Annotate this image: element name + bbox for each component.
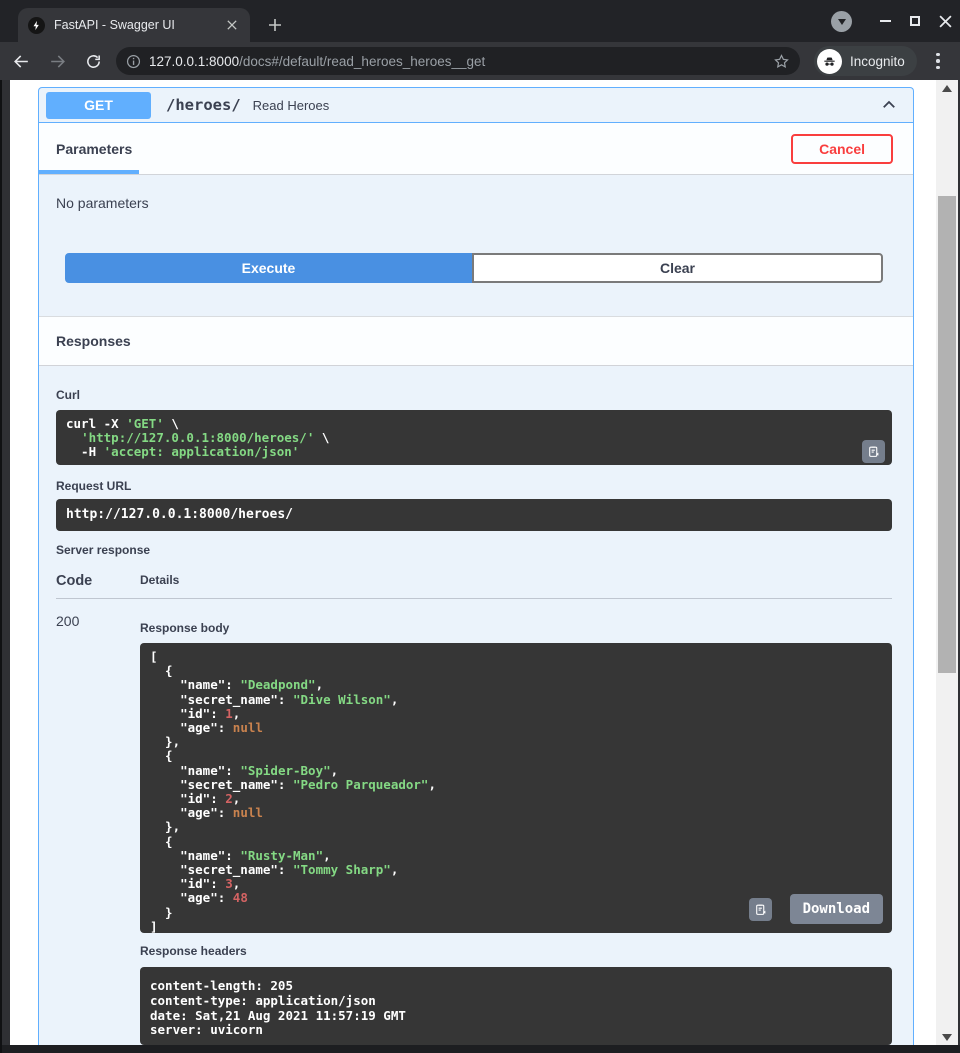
response-table-row: 200 Response body [ { "name": "Deadpond"… xyxy=(56,599,892,1045)
tab-search-button[interactable] xyxy=(831,11,852,32)
response-headers-block: content-length: 205content-type: applica… xyxy=(140,967,892,1045)
bookmark-star-icon[interactable] xyxy=(773,53,790,70)
clipboard-icon xyxy=(754,903,767,916)
maximize-button[interactable] xyxy=(900,6,930,36)
response-headers-code: content-length: 205content-type: applica… xyxy=(150,979,882,1038)
server-response-label: Server response xyxy=(56,543,892,557)
tab-close-icon[interactable] xyxy=(224,17,240,33)
swagger-page: GET /heroes/ Read Heroes Parameters Canc… xyxy=(10,80,938,1045)
responses-title: Responses xyxy=(56,333,896,349)
maximize-icon xyxy=(910,16,920,26)
collapse-chevron-icon[interactable] xyxy=(877,93,901,117)
close-button[interactable] xyxy=(930,6,960,36)
caret-down-icon xyxy=(838,19,846,25)
browser-menu-button[interactable] xyxy=(925,53,951,70)
address-bar[interactable]: 127.0.0.1:8000/docs#/default/read_heroes… xyxy=(116,47,800,75)
incognito-badge: Incognito xyxy=(814,46,917,76)
response-table-header: Code Details xyxy=(56,573,892,599)
curl-code: curl -X 'GET' \ 'http://127.0.0.1:8000/h… xyxy=(66,417,882,460)
url-text: 127.0.0.1:8000/docs#/default/read_heroes… xyxy=(149,54,773,69)
status-code: 200 xyxy=(56,599,140,1045)
copy-response-button[interactable] xyxy=(749,898,772,921)
back-button[interactable] xyxy=(6,46,36,76)
opblock-summary[interactable]: GET /heroes/ Read Heroes xyxy=(39,88,913,123)
method-badge: GET xyxy=(46,92,151,119)
browser-toolbar: 127.0.0.1:8000/docs#/default/read_heroes… xyxy=(0,42,960,80)
url-path: /docs#/default/read_heroes_heroes__get xyxy=(239,54,485,69)
browser-tab[interactable]: FastAPI - Swagger UI xyxy=(18,8,250,42)
incognito-icon xyxy=(817,49,842,74)
download-button[interactable]: Download xyxy=(790,894,883,924)
new-tab-button[interactable] xyxy=(264,14,286,36)
minimize-icon xyxy=(880,20,891,22)
clear-button[interactable]: Clear xyxy=(472,253,883,283)
endpoint-summary: Read Heroes xyxy=(253,98,877,113)
tab-title: FastAPI - Swagger UI xyxy=(54,18,224,32)
request-url-block: http://127.0.0.1:8000/heroes/ xyxy=(56,499,892,531)
parameters-body: No parameters Execute Clear xyxy=(39,175,913,316)
window-controls xyxy=(831,0,960,42)
response-body-block: [ { "name": "Deadpond", "secret_name": "… xyxy=(140,643,892,933)
forward-arrow-icon xyxy=(48,52,67,71)
tab-bar: FastAPI - Swagger UI xyxy=(0,0,960,42)
response-headers-label: Response headers xyxy=(140,944,892,958)
close-icon xyxy=(939,15,952,28)
reload-button[interactable] xyxy=(78,46,108,76)
url-host: 127.0.0.1:8000 xyxy=(149,54,239,69)
execute-button[interactable]: Execute xyxy=(65,253,472,283)
execute-wrapper: Execute Clear xyxy=(65,253,883,283)
curl-label: Curl xyxy=(56,388,892,402)
window-bottom-frame xyxy=(2,1045,960,1053)
page-background: GET /heroes/ Read Heroes Parameters Canc… xyxy=(0,80,960,1053)
scrollbar[interactable] xyxy=(936,80,958,1045)
forward-button[interactable] xyxy=(42,46,72,76)
back-arrow-icon xyxy=(12,52,31,71)
copy-curl-button[interactable] xyxy=(862,440,885,463)
endpoint-path: /heroes/ xyxy=(166,96,241,114)
no-parameters-text: No parameters xyxy=(39,175,913,211)
minimize-button[interactable] xyxy=(870,6,900,36)
reload-icon xyxy=(85,53,102,70)
scroll-up-arrow[interactable] xyxy=(936,80,958,96)
scroll-down-arrow[interactable] xyxy=(936,1029,958,1045)
response-body-actions: Download xyxy=(749,894,883,924)
browser-window: FastAPI - Swagger UI 1 xyxy=(0,0,960,1053)
details-column-header: Details xyxy=(140,573,179,589)
response-body-code: [ { "name": "Deadpond", "secret_name": "… xyxy=(150,650,882,934)
parameters-title: Parameters xyxy=(56,141,791,157)
active-tab-underline xyxy=(39,170,139,174)
site-info-icon[interactable] xyxy=(126,54,141,69)
code-column-header: Code xyxy=(56,573,140,589)
parameters-header: Parameters Cancel xyxy=(39,123,913,175)
scrollbar-thumb[interactable] xyxy=(938,196,956,673)
incognito-label: Incognito xyxy=(850,54,905,69)
response-body-label: Response body xyxy=(140,621,892,635)
clipboard-icon xyxy=(867,445,880,458)
cancel-button[interactable]: Cancel xyxy=(791,134,893,164)
responses-header: Responses xyxy=(39,316,913,366)
request-url-label: Request URL xyxy=(56,479,892,493)
request-url-value: http://127.0.0.1:8000/heroes/ xyxy=(66,507,293,522)
responses-body: Curl curl -X 'GET' \ 'http://127.0.0.1:8… xyxy=(39,366,913,1045)
opblock-get-heroes: GET /heroes/ Read Heroes Parameters Canc… xyxy=(38,87,914,1045)
curl-code-block: curl -X 'GET' \ 'http://127.0.0.1:8000/h… xyxy=(56,410,892,465)
fastapi-favicon-icon xyxy=(28,17,45,34)
